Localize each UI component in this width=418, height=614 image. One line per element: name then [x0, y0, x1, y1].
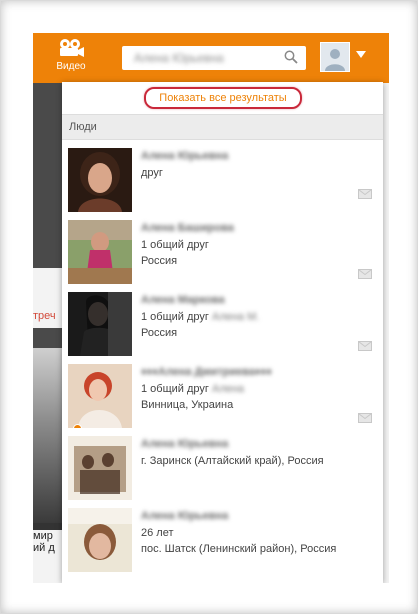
profile-photo[interactable] — [68, 220, 132, 284]
results-list: Алена Юрьевна друг Алена Баширова 1 общи… — [62, 140, 383, 572]
background-photo — [33, 348, 63, 523]
result-mutual-friends: 1 общий друг Алена — [141, 383, 244, 395]
result-location: Россия — [141, 255, 178, 267]
video-button[interactable]: Видео — [51, 38, 91, 80]
result-name[interactable]: Алена Юрьевна — [141, 510, 228, 522]
show-all-results-link[interactable]: Показать все результаты — [144, 87, 302, 109]
result-relation: друг — [141, 167, 163, 179]
search-query: Алена Юрьевна — [134, 51, 224, 65]
search-dropdown: Показать все результаты Люди Алена Юрьев… — [62, 82, 383, 583]
result-row[interactable]: Алена Баширова 1 общий друг Россия — [62, 212, 383, 284]
app-viewport: треч мир ий д Видео Алена Юрьевна Показа… — [33, 33, 389, 583]
result-row[interactable]: Алена Юрьевна друг — [62, 140, 383, 212]
profile-photo[interactable] — [68, 508, 132, 572]
result-name[interactable]: Алена Маркова — [141, 294, 225, 306]
message-icon[interactable] — [358, 186, 372, 204]
result-name[interactable]: Алена Баширова — [141, 222, 234, 234]
video-camera-icon — [51, 38, 91, 58]
top-toolbar: Видео Алена Юрьевна — [33, 33, 389, 83]
profile-photo[interactable] — [68, 364, 132, 428]
profile-photo[interactable] — [68, 148, 132, 212]
background-right-strip — [383, 83, 389, 583]
result-row[interactable]: Алена Юрьевна г. Заринск (Алтайский край… — [62, 428, 383, 500]
mutual-friend-name: Алена — [211, 383, 245, 395]
message-icon[interactable] — [358, 338, 372, 356]
message-icon[interactable] — [358, 266, 372, 284]
result-row[interactable]: ♦♦♦Алена Дмитриева♦♦♦ 1 общий друг Алена… — [62, 356, 383, 428]
avatar-placeholder-icon — [321, 43, 349, 71]
result-name[interactable]: ♦♦♦Алена Дмитриева♦♦♦ — [141, 366, 272, 378]
user-avatar-button[interactable] — [320, 42, 350, 72]
profile-photo[interactable] — [68, 292, 132, 356]
result-name[interactable]: Алена Юрьевна — [141, 150, 228, 162]
result-row[interactable]: Алена Юрьевна 26 лет пос. Шатск (Ленинск… — [62, 500, 383, 572]
result-mutual-friends: 1 общий друг Алена М. — [141, 311, 259, 323]
window-frame: треч мир ий д Видео Алена Юрьевна Показа… — [0, 0, 418, 614]
result-row[interactable]: Алена Маркова 1 общий друг Алена М. Росс… — [62, 284, 383, 356]
result-name[interactable]: Алена Юрьевна — [141, 438, 228, 450]
mutual-count-text: 1 общий друг — [141, 311, 209, 323]
result-location: г. Заринск (Алтайский край), Россия — [141, 455, 324, 467]
section-label: Люди — [69, 121, 97, 133]
result-age: 26 лет — [141, 527, 174, 539]
mutual-friend-name: Алена М. — [211, 311, 260, 323]
search-input[interactable]: Алена Юрьевна — [122, 46, 306, 70]
message-icon[interactable] — [358, 410, 372, 428]
section-header-people: Люди — [62, 114, 383, 140]
mutual-count-text: 1 общий друг — [141, 383, 209, 395]
video-label: Видео — [56, 61, 86, 72]
result-location: Россия — [141, 327, 178, 339]
chevron-down-icon[interactable] — [356, 51, 366, 58]
result-location: Винница, Украина — [141, 399, 234, 411]
background-link-text: треч — [33, 310, 56, 322]
profile-photo[interactable] — [68, 436, 132, 500]
result-location: пос. Шатск (Ленинский район), Россия — [141, 543, 337, 555]
search-icon[interactable] — [284, 50, 298, 69]
show-all-row: Показать все результаты — [62, 82, 383, 114]
background-caption: мир ий д — [33, 530, 63, 583]
result-mutual-friends: 1 общий друг — [141, 239, 209, 251]
